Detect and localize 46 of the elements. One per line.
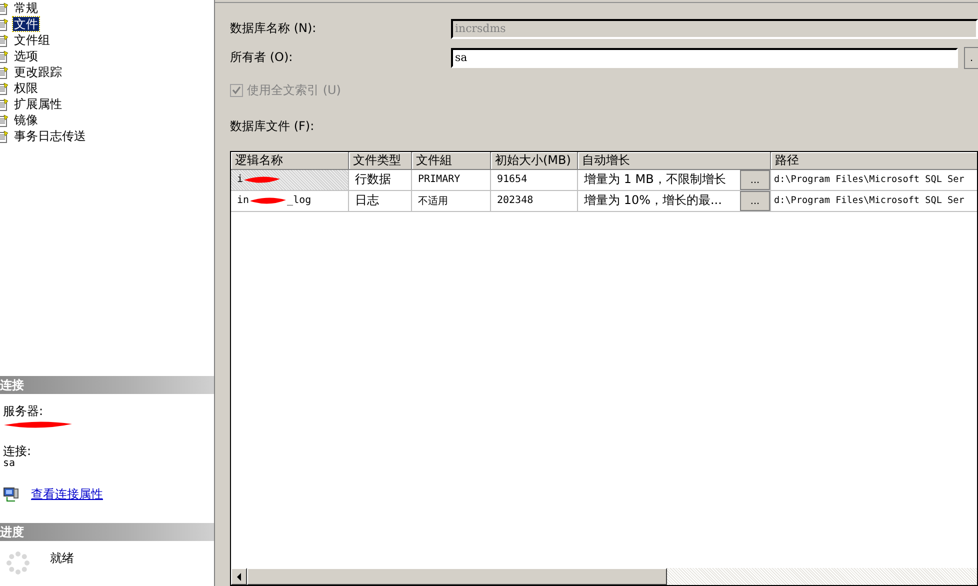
page-item[interactable]: 选项 [13, 49, 39, 63]
horizontal-scrollbar[interactable] [231, 568, 977, 585]
table-cell: 增量为 1 MB，不限制增长 [584, 171, 726, 188]
connection-properties-icon [3, 486, 19, 502]
scroll-left-icon[interactable] [236, 572, 242, 580]
field-label: 数据库名称 (N): [230, 20, 318, 38]
table-cell: 不适用 [412, 190, 491, 212]
edit-growth-button[interactable]: ... [740, 190, 770, 211]
table-cell: PRIMARY [412, 170, 491, 191]
table-cell: 91654 [491, 170, 578, 191]
page-item[interactable]: 文件组 [13, 33, 51, 47]
page-item[interactable]: 镜像 [13, 113, 39, 127]
table-cell: in _log [231, 190, 349, 212]
progress-status: 就绪 [50, 551, 74, 567]
table-cell: i [231, 170, 349, 191]
table-cell: d:\Program Files\Microsoft SQL Ser [771, 170, 977, 191]
connection-value: sa [3, 458, 16, 470]
page-item[interactable]: 扩展属性 [13, 97, 63, 111]
browse-button[interactable]: . [964, 46, 978, 69]
table-cell: 增量为 10%，增长的最... [584, 192, 722, 210]
column-header[interactable]: 文件类型 [349, 152, 412, 170]
page-item[interactable]: 常规 [13, 1, 39, 15]
section-header: 连接 [0, 376, 214, 394]
checkbox-label: 使用全文索引 (U) [247, 82, 341, 99]
column-header[interactable]: 逻辑名称 [231, 152, 349, 170]
table-cell: d:\Program Files\Microsoft SQL Ser [771, 190, 977, 212]
column-header[interactable]: 初始大小(MB) [491, 152, 578, 170]
page-item[interactable]: 更改跟踪 [13, 65, 63, 79]
view-connection-properties-link[interactable]: 查看连接属性 [31, 486, 103, 503]
connection-label: 连接: [3, 444, 32, 458]
spinner-icon [6, 551, 30, 575]
column-header[interactable]: 自动增长 [578, 152, 771, 170]
column-header[interactable]: 路径 [771, 152, 977, 170]
server-label: 服务器: [3, 404, 44, 418]
table-cell: 202348 [491, 190, 578, 212]
page-item[interactable]: 文件 [13, 17, 39, 31]
edit-growth-button[interactable]: ... [740, 170, 770, 190]
page-item[interactable]: 事务日志传送 [13, 129, 87, 143]
table-cell: 日志 [349, 190, 412, 212]
field-label: 所有者 (O): [230, 49, 294, 66]
section-header: 进度 [0, 523, 214, 541]
files-label: 数据库文件 (F): [230, 118, 316, 133]
table-cell: 行数据 [349, 170, 412, 191]
column-header[interactable]: 文件組 [412, 152, 491, 170]
page-item[interactable]: 权限 [13, 81, 39, 95]
text-field[interactable]: sa [451, 48, 958, 68]
